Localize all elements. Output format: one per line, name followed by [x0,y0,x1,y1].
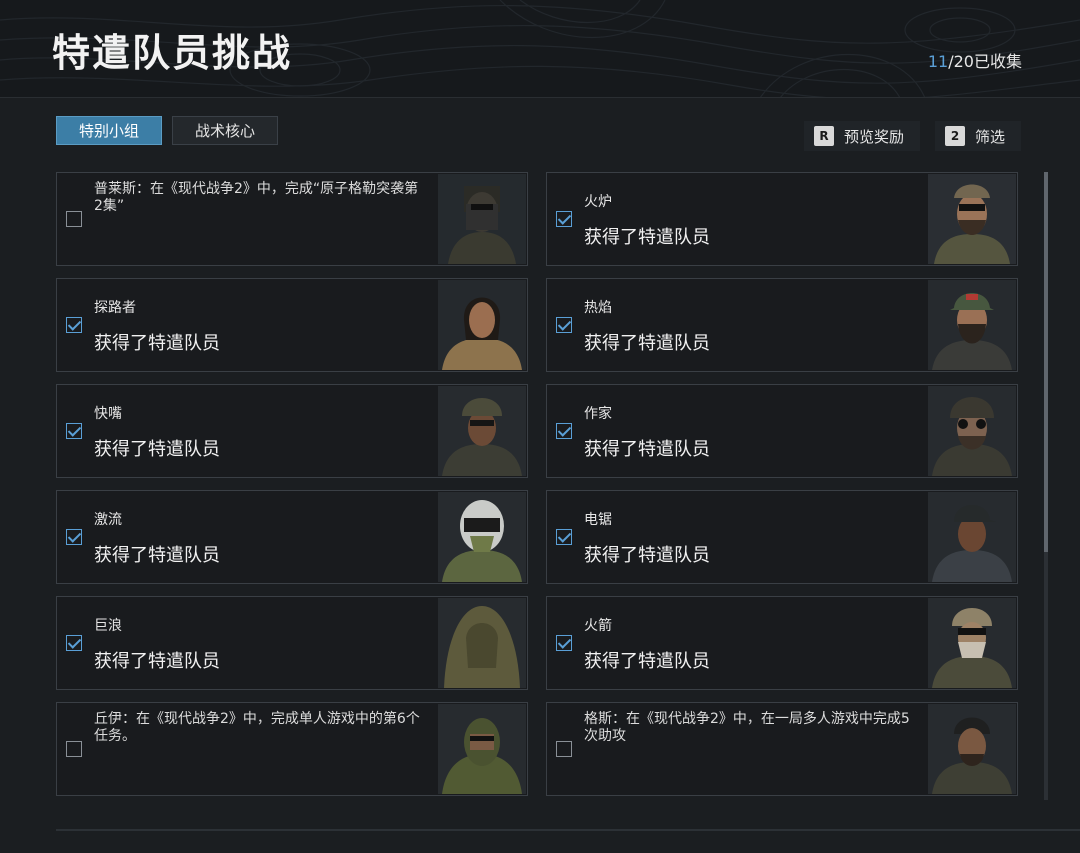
pathfinder-portrait [438,280,526,370]
checkbox-checked[interactable] [556,635,572,651]
furnace-portrait [928,174,1016,264]
scrollbar[interactable] [1044,172,1048,800]
operator-status: 获得了特遣队员 [94,545,220,566]
qiuyi-portrait [438,704,526,794]
operator-card-price[interactable]: 普莱斯：在《现代战争2》中，完成“原子格勒突袭第2集” [56,172,528,266]
filter-label: 筛选 [975,127,1006,146]
operator-name: 作家 [584,406,612,422]
operator-card-qiuyi[interactable]: 丘伊：在《现代战争2》中，完成单人游戏中的第6个任务。 [56,702,528,796]
quickmouth-portrait [438,386,526,476]
rocket-portrait [928,598,1016,688]
operator-grid: 普莱斯：在《现代战争2》中，完成“原子格勒突袭第2集” 火炉 获得了特遣队员 探… [56,172,1018,796]
operator-card-rocket[interactable]: 火箭 获得了特遣队员 [546,596,1018,690]
checkbox-checked[interactable] [66,317,82,333]
blaze-portrait [928,280,1016,370]
tab-special-squad[interactable]: 特别小组 [56,116,162,145]
tab-tactical-core[interactable]: 战术核心 [172,116,278,145]
operator-status: 获得了特遣队员 [94,439,220,460]
operator-status: 获得了特遣队员 [584,439,710,460]
bottom-divider [56,829,1080,831]
operator-status: 获得了特遣队员 [584,227,710,248]
operator-card-chainsaw[interactable]: 电锯 获得了特遣队员 [546,490,1018,584]
r-key-icon: R [814,126,834,146]
checkbox-checked[interactable] [556,317,572,333]
challenge-description: 格斯：在《现代战争2》中，在一局多人游戏中完成5次助攻 [584,711,910,744]
operator-name: 快嘴 [94,406,122,422]
operator-name: 激流 [94,512,122,528]
operator-status: 获得了特遣队员 [584,545,710,566]
writer-portrait [928,386,1016,476]
checkbox-checked[interactable] [556,211,572,227]
scrollbar-thumb[interactable] [1044,172,1048,552]
operator-name: 火箭 [584,618,612,634]
checkbox-checked[interactable] [556,529,572,545]
header: 特遣队员挑战 11/20已收集 [0,0,1080,98]
torrent-portrait [438,492,526,582]
operator-status: 获得了特遣队员 [584,333,710,354]
challenge-description: 丘伊：在《现代战争2》中，完成单人游戏中的第6个任务。 [94,711,420,744]
operator-card-wave[interactable]: 巨浪 获得了特遣队员 [56,596,528,690]
operator-name: 火炉 [584,194,612,210]
operator-card-blaze[interactable]: 热焰 获得了特遣队员 [546,278,1018,372]
checkbox-checked[interactable] [556,423,572,439]
operator-card-gaz[interactable]: 格斯：在《现代战争2》中，在一局多人游戏中完成5次助攻 [546,702,1018,796]
operator-card-furnace[interactable]: 火炉 获得了特遣队员 [546,172,1018,266]
operator-card-pathfinder[interactable]: 探路者 获得了特遣队员 [56,278,528,372]
wave-portrait [438,598,526,688]
page-title: 特遣队员挑战 [52,31,293,75]
gaz-portrait [928,704,1016,794]
operator-name: 热焰 [584,300,612,316]
price-portrait [438,174,526,264]
collected-count: 11 [927,52,949,71]
operator-name: 探路者 [94,300,136,316]
operator-status: 获得了特遣队员 [94,333,220,354]
operator-name: 巨浪 [94,618,122,634]
checkbox-checked[interactable] [66,423,82,439]
operator-card-quickmouth[interactable]: 快嘴 获得了特遣队员 [56,384,528,478]
checkbox[interactable] [66,211,82,227]
collected-counter: 11/20已收集 [928,48,1022,72]
chainsaw-portrait [928,492,1016,582]
operator-card-writer[interactable]: 作家 获得了特遣队员 [546,384,1018,478]
checkbox[interactable] [66,741,82,757]
collected-total: /20已收集 [948,52,1022,71]
operator-card-torrent[interactable]: 激流 获得了特遣队员 [56,490,528,584]
checkbox[interactable] [556,741,572,757]
checkbox-checked[interactable] [66,635,82,651]
preview-rewards-button[interactable]: R 预览奖励 [804,121,920,151]
operator-status: 获得了特遣队员 [94,651,220,672]
operator-status: 获得了特遣队员 [584,651,710,672]
challenge-description: 普莱斯：在《现代战争2》中，完成“原子格勒突袭第2集” [94,181,419,214]
filter-button[interactable]: 2 筛选 [935,121,1021,151]
two-key-icon: 2 [945,126,965,146]
checkbox-checked[interactable] [66,529,82,545]
preview-rewards-label: 预览奖励 [844,127,905,146]
operator-name: 电锯 [584,512,612,528]
